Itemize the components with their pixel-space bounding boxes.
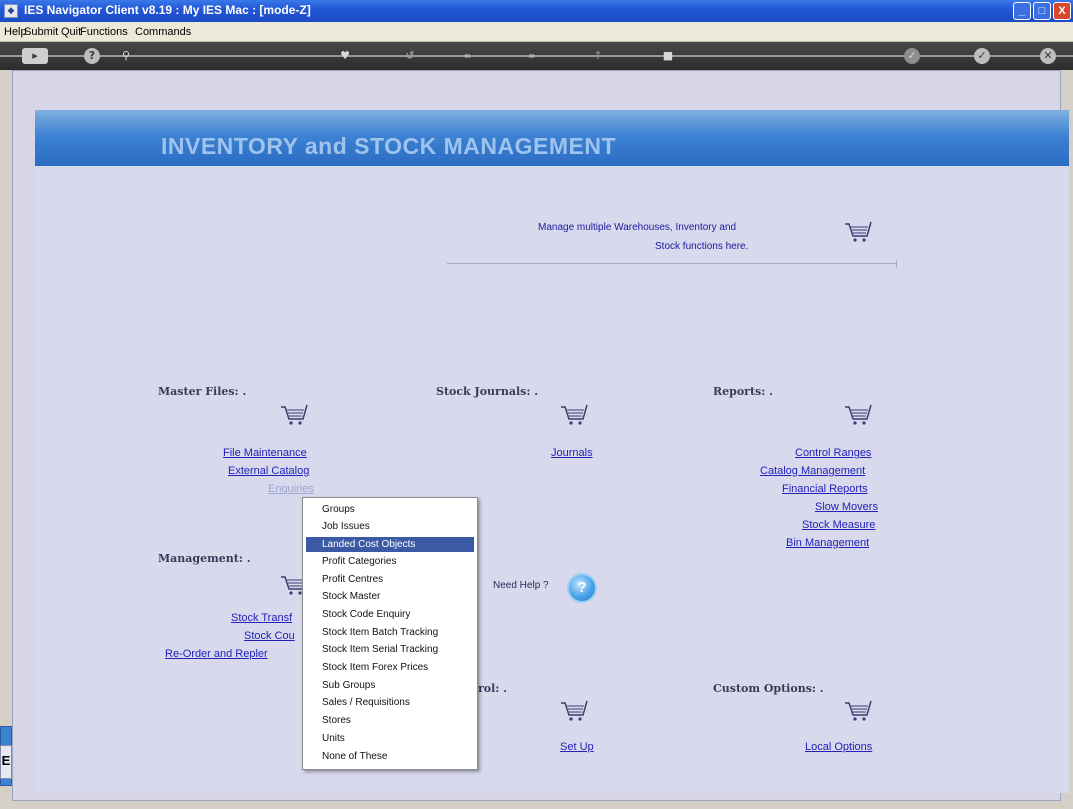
- main-panel: [35, 166, 1069, 793]
- title-bar[interactable]: ◆ IES Navigator Client v8.19 : My IES Ma…: [0, 0, 1073, 22]
- menu-item-none-of-these[interactable]: None of These: [306, 749, 474, 764]
- menu-functions[interactable]: Functions: [80, 26, 128, 38]
- slow-movers-link[interactable]: Slow Movers: [815, 501, 878, 513]
- info-line-2: Stock functions here.: [655, 241, 749, 252]
- management-heading: Management: .: [158, 552, 251, 565]
- menu-item-groups[interactable]: Groups: [306, 502, 474, 517]
- financial-reports-link[interactable]: Financial Reports: [782, 483, 868, 495]
- menu-item-units[interactable]: Units: [306, 731, 474, 746]
- external-catalog-link[interactable]: External Catalog: [228, 465, 309, 477]
- stock-measure-link[interactable]: Stock Measure: [802, 519, 875, 531]
- stock-journals-heading: Stock Journals: .: [436, 385, 539, 398]
- page-title: INVENTORY and STOCK MANAGEMENT: [161, 133, 617, 159]
- menu-item-stock-master[interactable]: Stock Master: [306, 589, 474, 604]
- enquiries-dropdown-menu: Groups Job Issues Landed Cost Objects Pr…: [302, 497, 478, 770]
- menu-item-profit-categories[interactable]: Profit Categories: [306, 554, 474, 569]
- journals-link[interactable]: Journals: [551, 447, 593, 459]
- shopping-cart-icon: [281, 404, 308, 425]
- side-panel-button[interactable]: E: [0, 745, 12, 779]
- app-icon: ◆: [4, 4, 18, 18]
- need-help-label: Need Help ?: [493, 580, 549, 591]
- stop-icon[interactable]: ■: [660, 48, 676, 64]
- file-maintenance-link[interactable]: File Maintenance: [223, 447, 307, 459]
- menu-bar: Help Submit Quit Functions Commands: [0, 22, 1073, 42]
- help-icon[interactable]: ?: [84, 48, 100, 64]
- info-divider: [447, 263, 897, 264]
- menu-item-profit-centres[interactable]: Profit Centres: [306, 572, 474, 587]
- page-banner: INVENTORY and STOCK MANAGEMENT: [35, 110, 1069, 166]
- catalog-management-link[interactable]: Catalog Management: [760, 465, 865, 477]
- reports-heading: Reports: .: [713, 385, 773, 398]
- back-icon[interactable]: «: [459, 48, 475, 64]
- menu-item-landed-cost-objects[interactable]: Landed Cost Objects: [306, 537, 474, 552]
- shopping-cart-icon: [561, 700, 588, 721]
- minimize-button[interactable]: _: [1013, 2, 1031, 20]
- enquiries-link[interactable]: Enquiries: [268, 483, 314, 495]
- close-icon[interactable]: ✕: [1040, 48, 1056, 64]
- shopping-cart-icon: [845, 404, 872, 425]
- menu-item-sub-groups[interactable]: Sub Groups: [306, 678, 474, 693]
- menu-item-stock-code-enquiry[interactable]: Stock Code Enquiry: [306, 607, 474, 622]
- control-heading: rol: .: [478, 682, 508, 695]
- menu-commands[interactable]: Commands: [135, 26, 191, 38]
- menu-quit[interactable]: Quit: [61, 26, 81, 38]
- set-up-link[interactable]: Set Up: [560, 741, 594, 753]
- forward-icon[interactable]: »: [524, 48, 540, 64]
- control-ranges-link[interactable]: Control Ranges: [795, 447, 871, 459]
- help-button[interactable]: ?: [567, 573, 597, 603]
- custom-options-heading: Custom Options: .: [713, 682, 824, 695]
- menu-submit[interactable]: Submit: [24, 26, 58, 38]
- menu-item-stores[interactable]: Stores: [306, 713, 474, 728]
- toolbar: ▸ ? ⚲ ♥ ↺ « » ↑ ■ ✓ ✓ ✕: [0, 42, 1073, 70]
- ok-icon[interactable]: ✓: [974, 48, 990, 64]
- master-files-heading: Master Files: .: [158, 385, 247, 398]
- refresh-icon[interactable]: ↺: [402, 48, 418, 64]
- favourites-icon[interactable]: ♥: [337, 48, 353, 64]
- shopping-cart-icon: [845, 221, 872, 242]
- menu-item-batch-tracking[interactable]: Stock Item Batch Tracking: [306, 625, 474, 640]
- bookmark-icon[interactable]: ↑: [590, 48, 606, 64]
- close-button[interactable]: X: [1053, 2, 1071, 20]
- bin-management-link[interactable]: Bin Management: [786, 537, 869, 549]
- shopping-cart-icon: [845, 700, 872, 721]
- menu-item-sales-requisitions[interactable]: Sales / Requisitions: [306, 695, 474, 710]
- local-options-link[interactable]: Local Options: [805, 741, 872, 753]
- window-title: IES Navigator Client v8.19 : My IES Mac …: [24, 3, 311, 17]
- maximize-button[interactable]: □: [1033, 2, 1051, 20]
- info-line-1: Manage multiple Warehouses, Inventory an…: [538, 222, 737, 233]
- info-divider-end: [896, 260, 897, 268]
- menu-item-forex-prices[interactable]: Stock Item Forex Prices: [306, 660, 474, 675]
- search-icon[interactable]: ⚲: [118, 48, 134, 64]
- menu-item-serial-tracking[interactable]: Stock Item Serial Tracking: [306, 642, 474, 657]
- home-icon[interactable]: ▸: [22, 48, 48, 64]
- stock-transfers-link[interactable]: Stock Transf: [231, 612, 292, 624]
- stock-count-link[interactable]: Stock Cou: [244, 630, 295, 642]
- reorder-replenish-link[interactable]: Re-Order and Repler: [165, 648, 268, 660]
- apply-icon[interactable]: ✓: [904, 48, 920, 64]
- application-window: ◆ IES Navigator Client v8.19 : My IES Ma…: [0, 0, 1073, 809]
- shopping-cart-icon: [561, 404, 588, 425]
- menu-item-job-issues[interactable]: Job Issues: [306, 519, 474, 534]
